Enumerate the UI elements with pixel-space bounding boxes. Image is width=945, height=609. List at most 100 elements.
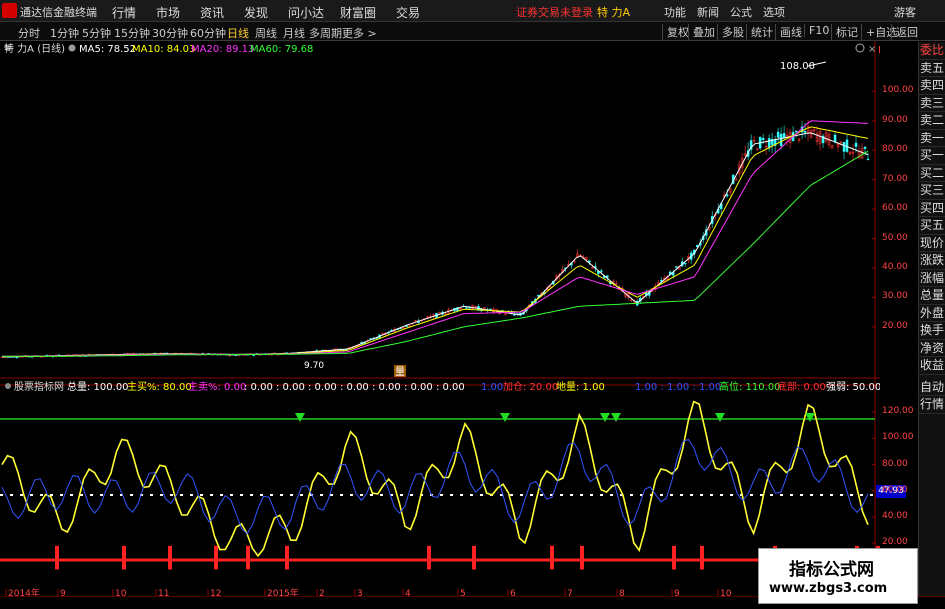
overlay-button[interactable]: 叠加 — [688, 24, 715, 40]
candle-body — [833, 134, 837, 143]
candle-body — [761, 137, 765, 141]
indicator-settings-icon[interactable] — [5, 383, 11, 389]
menu-newsfeed[interactable]: 新闻 — [697, 4, 719, 20]
signal-bar — [55, 545, 59, 570]
main-y-label: 30.00 — [882, 291, 908, 302]
side-item-change[interactable]: 涨跌 — [919, 252, 945, 270]
volume-marker-label: 量 — [395, 366, 405, 378]
menu-formula[interactable]: 公式 — [730, 4, 752, 20]
tab-5min[interactable]: 5分钟 — [82, 25, 111, 41]
main-y-label: 20.00 — [882, 320, 908, 331]
high-signal-marker — [715, 413, 725, 422]
menu-options[interactable]: 选项 — [763, 4, 785, 20]
indicator-y-label: 60.00 — [882, 484, 908, 495]
param-blank: : 0.00 : 0.00 : 0.00 : 0.00 : 0.00 : 0.0… — [244, 382, 465, 393]
side-item-earnings[interactable]: 收益 — [919, 357, 945, 375]
menu-wealth[interactable]: 财富圈 — [340, 4, 376, 21]
side-item-sell4[interactable]: 卖四 — [919, 77, 945, 95]
x-tick-label: 5 — [460, 589, 466, 596]
param-strength: 强弱: 50.00 — [826, 381, 880, 393]
menu-trade[interactable]: 交易 — [396, 4, 420, 21]
side-item-buy3[interactable]: 买三 — [919, 182, 945, 200]
app-logo-icon — [2, 3, 17, 18]
stats-button[interactable]: 统计 — [746, 24, 773, 40]
x-tick-label: 10 — [115, 589, 127, 596]
tab-monthly[interactable]: 月线 — [283, 25, 305, 41]
side-item-net-asset[interactable]: 净资 — [919, 340, 945, 357]
signal-bar — [122, 545, 126, 570]
menu-news[interactable]: 资讯 — [200, 4, 224, 21]
ma-line-ma10 — [1, 126, 869, 358]
f10-button[interactable]: F10 — [804, 24, 829, 37]
param-sell: 主卖%: 0.00 — [188, 381, 246, 393]
param-add: 加仓: 20.00 — [503, 380, 558, 393]
chart-area[interactable]: 特 力A (日线) MA5: 78.52 MA10: 84.03 MA20: 8… — [0, 41, 919, 599]
chart-canvas[interactable]: 特 力A (日线) MA5: 78.52 MA10: 84.03 MA20: 8… — [0, 41, 919, 599]
side-item-ratio[interactable]: 委比 — [919, 42, 945, 60]
tab-intraday[interactable]: 分时 — [18, 25, 40, 41]
main-y-axis: 100.00 90.00 80.00 70.00 60.00 50.00 40.00 30.0… — [872, 87, 919, 333]
candle-body — [438, 311, 441, 314]
menu-ask[interactable]: 问小达 — [288, 4, 324, 21]
signal-bar — [246, 545, 250, 570]
param-high: 高位: 110.00 — [719, 380, 781, 393]
side-item-sell2[interactable]: 卖二 — [919, 112, 945, 130]
tab-daily[interactable]: 日线 — [227, 25, 249, 41]
candle-body — [537, 294, 540, 297]
side-item-buy1[interactable]: 买一 — [919, 147, 945, 165]
x-tick-label: 12 — [210, 589, 221, 596]
menu-market[interactable]: 市场 — [156, 4, 180, 21]
tab-30min[interactable]: 30分钟 — [152, 25, 188, 41]
login-notice[interactable]: 证券交易未登录特 力A — [516, 4, 630, 20]
draw-line-button[interactable]: 画线 — [775, 24, 802, 40]
tab-more[interactable]: 更多 > — [342, 25, 377, 41]
tab-15min[interactable]: 15分钟 — [114, 25, 150, 41]
menu-discover[interactable]: 发现 — [244, 4, 268, 21]
side-item-price[interactable]: 现价 — [919, 235, 945, 252]
side-item-outer[interactable]: 外盘 — [919, 305, 945, 322]
candle-body — [794, 130, 798, 133]
tab-multi-period[interactable]: 多周期 — [309, 25, 342, 41]
menu-function[interactable]: 功能 — [664, 4, 686, 20]
multi-stock-button[interactable]: 多股 — [717, 24, 744, 40]
adjust-button[interactable]: 复权 — [662, 24, 689, 40]
period-toolbar: 分时 1分钟 5分钟 15分钟 30分钟 60分钟 日线 周线 月线 多周期 更… — [0, 22, 945, 41]
indicator-y-label: 80.00 — [882, 458, 908, 469]
tab-60min[interactable]: 60分钟 — [190, 25, 226, 41]
candle-body — [863, 146, 867, 149]
gear-icon[interactable] — [855, 43, 865, 53]
back-button[interactable]: 返回 — [891, 24, 918, 40]
side-item-sell5[interactable]: 卖五 — [919, 60, 945, 77]
side-item-quotes[interactable]: 行情 — [919, 396, 945, 414]
menu-quotes[interactable]: 行情 — [112, 4, 136, 21]
side-item-sell1[interactable]: 卖一 — [919, 130, 945, 147]
candle-body — [725, 194, 729, 197]
side-item-auto[interactable]: 自动 — [919, 379, 945, 396]
signal-bar — [214, 545, 218, 570]
x-tick-label: 8 — [619, 589, 625, 596]
close-icon[interactable]: × — [868, 44, 876, 55]
side-item-buy4[interactable]: 买四 — [919, 200, 945, 217]
main-y-label: 90.00 — [882, 114, 908, 125]
side-item-turnover[interactable]: 换手 — [919, 322, 945, 340]
main-y-label: 50.00 — [882, 232, 908, 243]
candle-body — [854, 142, 858, 147]
eye-icon[interactable] — [68, 44, 76, 52]
tab-weekly[interactable]: 周线 — [255, 25, 277, 41]
x-tick-label: 7 — [567, 589, 573, 596]
side-item-volume[interactable]: 总量 — [919, 287, 945, 305]
signal-bar — [427, 545, 431, 570]
side-item-buy2[interactable]: 买二 — [919, 165, 945, 182]
mark-button[interactable]: 标记 — [831, 24, 858, 40]
tab-1min[interactable]: 1分钟 — [50, 25, 79, 41]
main-header: 特 力A (日线) MA5: 78.52 MA10: 84.03 MA20: 8… — [4, 42, 313, 55]
ma20-label: MA20: 89.13 — [191, 44, 254, 55]
x-tick-label: 6 — [510, 589, 516, 596]
side-item-change-pct[interactable]: 涨幅 — [919, 270, 945, 287]
y-axis-labels: 100.00 90.00 80.00 70.00 60.00 50.00 40.00 30.0… — [880, 41, 918, 596]
side-item-sell3[interactable]: 卖三 — [919, 95, 945, 112]
side-item-buy5[interactable]: 买五 — [919, 217, 945, 235]
candle-body — [489, 308, 492, 311]
indicator-header: 股票指标网 总量: 100.00 主买%: 80.00 主卖%: 0.00 : … — [5, 380, 881, 393]
guest-button[interactable]: 游客 — [894, 4, 916, 20]
